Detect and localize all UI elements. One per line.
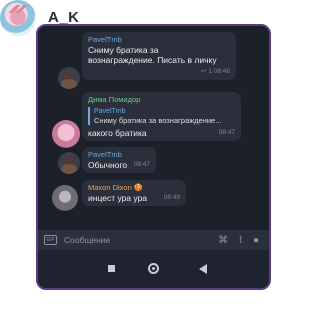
message-author[interactable]: PavelTmb [88, 150, 150, 160]
message-meta: ↩ 1 08:46 [201, 68, 230, 75]
message-bubble: PavelTmb Обычного 08:47 [82, 147, 156, 173]
gif-icon[interactable]: GIF [44, 235, 57, 245]
command-icon[interactable]: ⌘ [218, 235, 228, 246]
avatar[interactable] [58, 152, 80, 174]
message-time: 08:47 [218, 129, 235, 136]
message-author[interactable]: Maxon Dixon 🍪 [88, 183, 180, 193]
message-text: какого братика [88, 128, 147, 138]
avatar[interactable] [52, 120, 80, 148]
message-author[interactable]: PavelTmb [88, 35, 230, 45]
message-bubble: Дима Помидор PavelTmb Сниму братика за в… [82, 92, 241, 141]
back-button[interactable] [199, 264, 207, 274]
android-navbar [38, 250, 269, 288]
microphone-icon[interactable]: ● [253, 235, 259, 246]
profile-avatar [0, 0, 36, 36]
chat-area: PavelTmb Сниму братика за вознаграждение… [38, 26, 269, 230]
message-input-bar: GIF Сообщение ⌘ ⌇ ● [38, 230, 269, 250]
message-author[interactable]: Дима Помидор [88, 95, 235, 105]
reply-author: PavelTmb [94, 108, 126, 115]
message-bubble: PavelTmb Сниму братика за вознаграждение… [82, 32, 236, 80]
message-text: вознаграждение. Писать в личку [88, 55, 217, 65]
reply-text: Сниму братика за вознаграждение... [94, 116, 222, 125]
paperclip-icon[interactable]: ⌇ [238, 235, 243, 246]
message-text: инцест ура ура [88, 193, 148, 203]
message-bubble: Maxon Dixon 🍪 инцест ура ура 08:49 [82, 180, 186, 206]
message-time: 08:47 [133, 161, 150, 168]
phone-screenshot: PavelTmb Сниму братика за вознаграждение… [36, 24, 271, 290]
recent-apps-button[interactable] [108, 265, 115, 272]
home-button[interactable] [148, 263, 159, 274]
message-text: Сниму братика за [88, 45, 159, 55]
message-author-name: Maxon Dixon [88, 183, 132, 192]
reply-quote[interactable]: PavelTmb Сниму братика за вознаграждение… [88, 107, 235, 125]
avatar[interactable] [52, 185, 78, 211]
message-text: Обычного [88, 160, 128, 170]
message-time: 08:49 [163, 194, 180, 201]
message-input[interactable]: Сообщение [64, 235, 218, 245]
avatar[interactable] [58, 67, 80, 89]
author-emoji: 🍪 [133, 183, 144, 192]
